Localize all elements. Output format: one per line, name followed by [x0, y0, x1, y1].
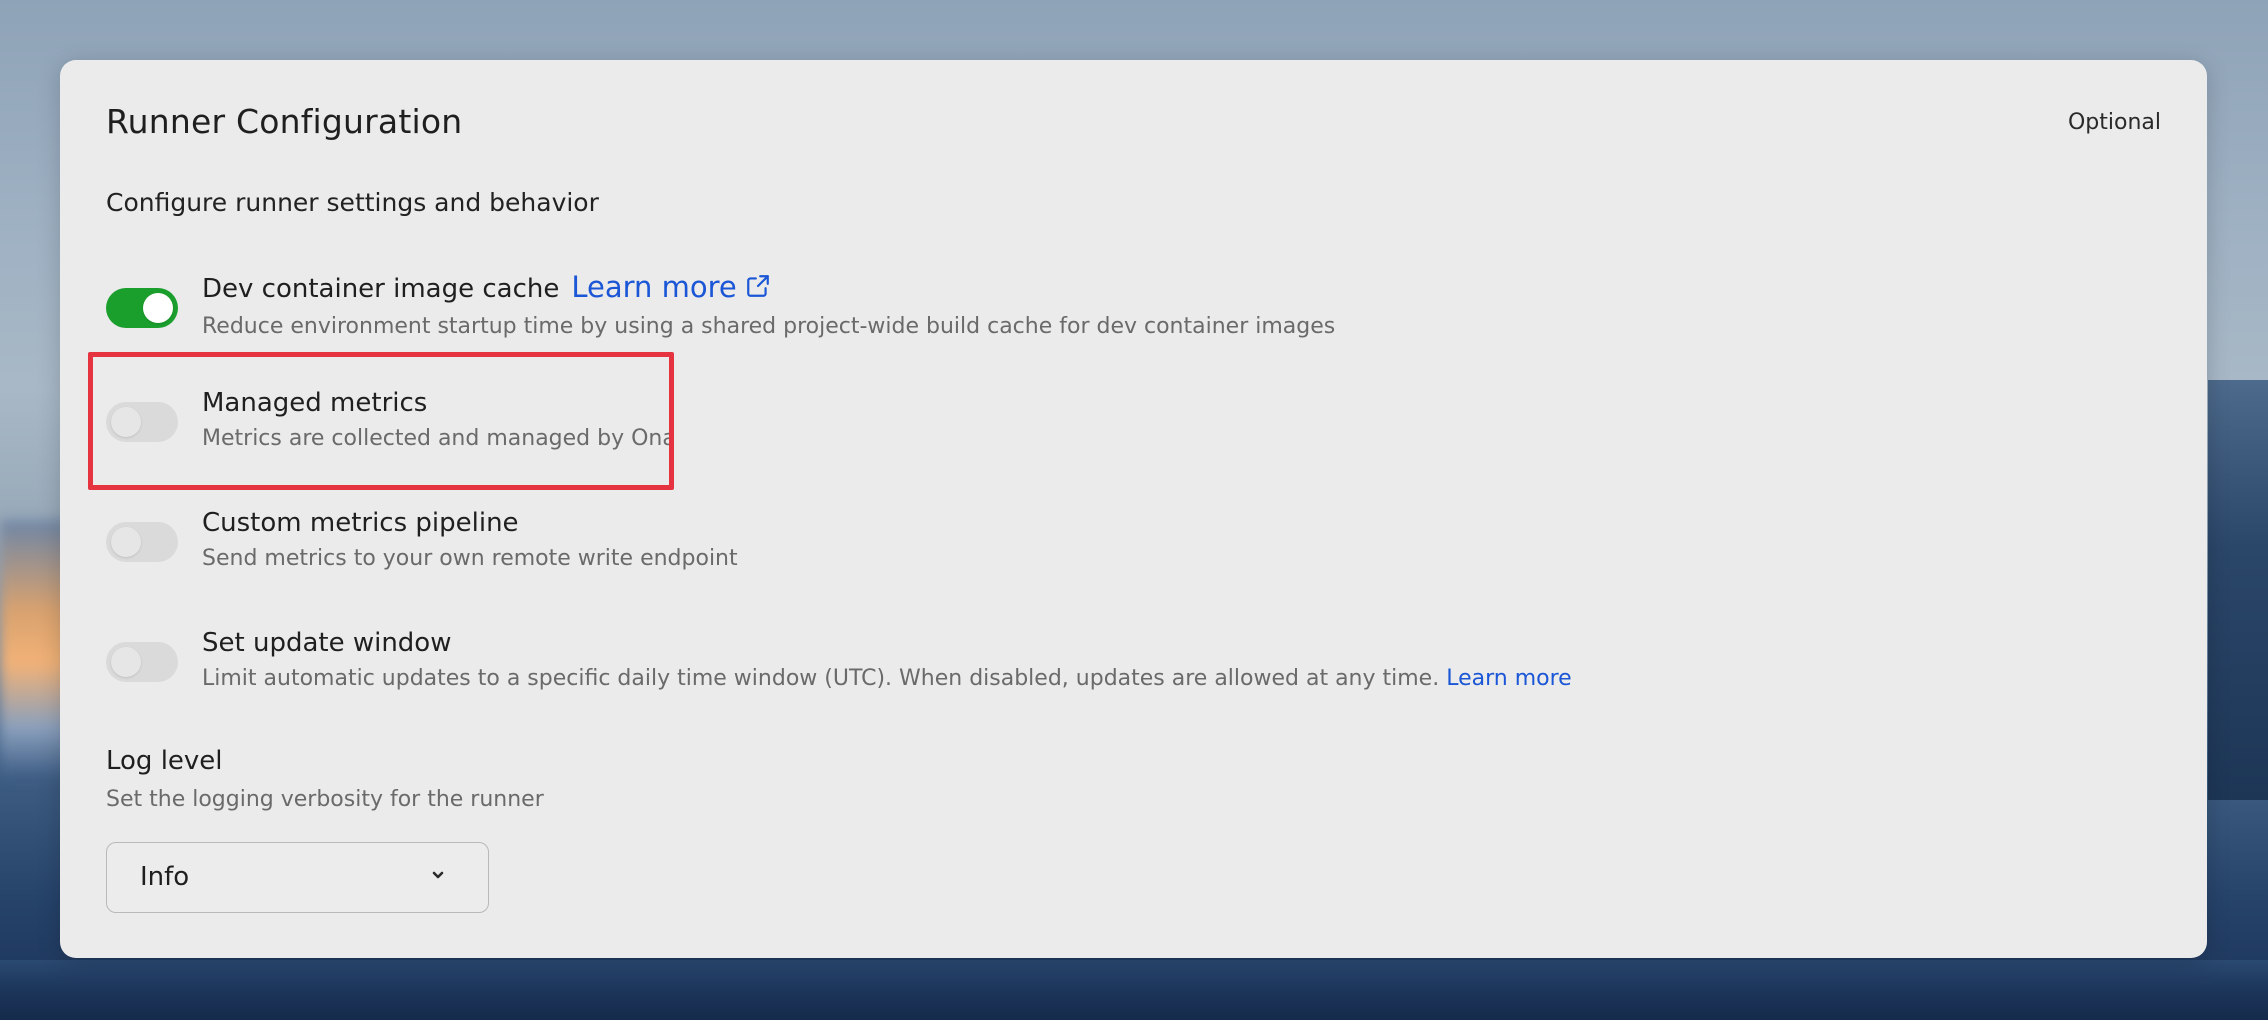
- learn-more-link[interactable]: Learn more: [571, 270, 770, 304]
- dev-container-cache-toggle[interactable]: [106, 288, 178, 328]
- external-link-icon: [746, 275, 769, 297]
- custom-metrics-pipeline-description: Send metrics to your own remote write en…: [202, 546, 738, 571]
- optional-label: Optional: [2067, 110, 2161, 135]
- dev-container-cache-description: Reduce environment startup time by using…: [202, 314, 1336, 339]
- custom-metrics-pipeline-toggle[interactable]: [106, 522, 178, 562]
- background-water: [0, 960, 2268, 1020]
- log-level-title: Log level: [106, 746, 223, 776]
- dev-container-cache-label: Dev container image cache: [202, 274, 560, 304]
- toggle-knob: [111, 527, 141, 557]
- background-forest: [2208, 380, 2268, 800]
- update-window-learn-more-link[interactable]: Learn more: [1446, 666, 1571, 691]
- update-window-description-text: Limit automatic updates to a specific da…: [202, 666, 1440, 691]
- card-title: Runner Configuration: [106, 102, 463, 141]
- update-window-description: Limit automatic updates to a specific da…: [202, 666, 1572, 691]
- update-window-toggle[interactable]: [106, 642, 178, 682]
- toggle-knob: [143, 293, 173, 323]
- log-level-description: Set the logging verbosity for the runner: [106, 787, 544, 812]
- chevron-down-icon: [432, 871, 444, 879]
- update-window-label: Set update window: [202, 628, 452, 658]
- log-level-select[interactable]: Info: [106, 842, 489, 913]
- custom-metrics-pipeline-label: Custom metrics pipeline: [202, 508, 519, 538]
- card-subtitle: Configure runner settings and behavior: [106, 188, 599, 217]
- log-level-selected-value: Info: [140, 862, 190, 892]
- toggle-knob: [111, 647, 141, 677]
- setting-label: Dev container image cache Learn more: [202, 270, 771, 304]
- highlight-box: [88, 352, 674, 490]
- runner-configuration-card: Runner Configuration Optional Configure …: [60, 60, 2207, 958]
